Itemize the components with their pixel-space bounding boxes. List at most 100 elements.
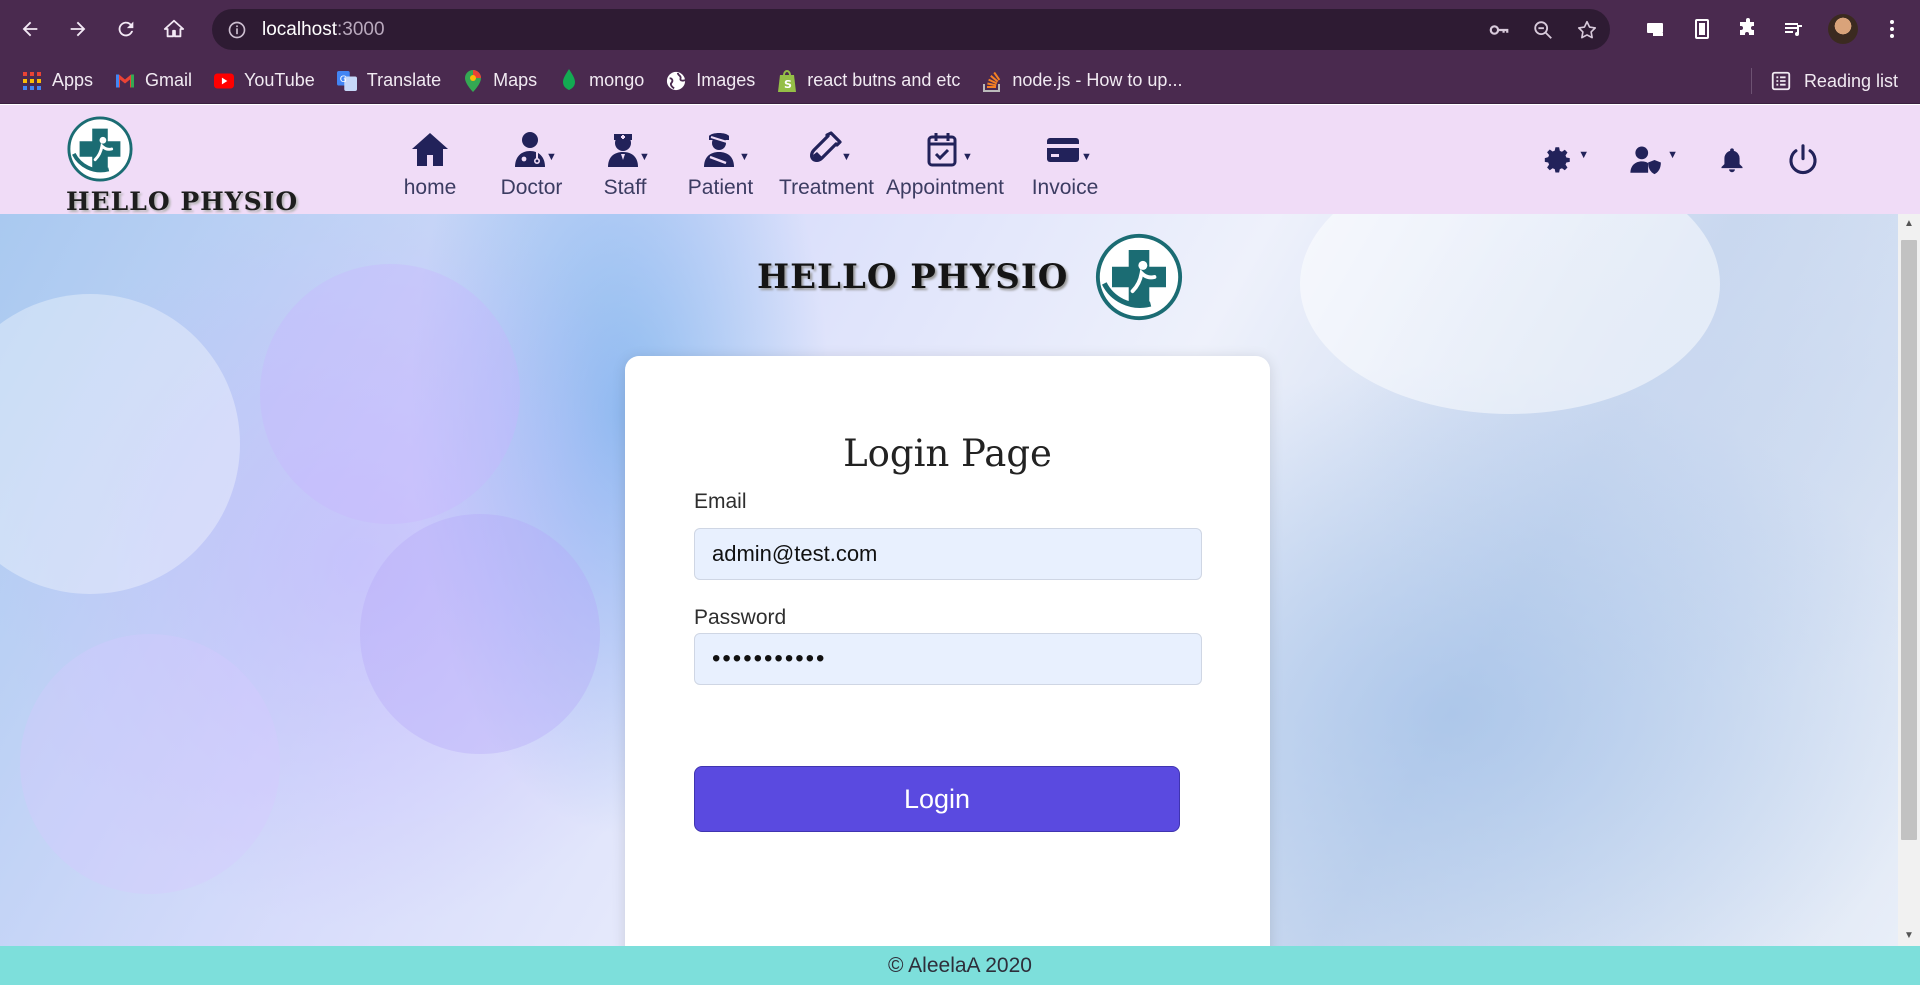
forward-button[interactable]: [60, 11, 96, 47]
bokeh-circle: [260, 264, 520, 524]
more-vert-icon[interactable]: [1880, 17, 1904, 41]
home-outline-icon: [163, 19, 185, 38]
key-icon[interactable]: [1488, 19, 1510, 41]
nav-home-label: home: [403, 176, 457, 199]
login-background: HELLO PHYSIO Login Page Email admin@test…: [0, 214, 1898, 946]
nav-appointment[interactable]: ▼ Appointment: [879, 105, 1011, 214]
credit-card-icon: [1045, 128, 1085, 168]
shopify-bag-icon: S: [777, 69, 797, 92]
nav-home[interactable]: home: [380, 105, 480, 214]
cast-icon[interactable]: [1644, 17, 1668, 41]
bokeh-circle: [1300, 214, 1720, 414]
reload-button[interactable]: [108, 11, 144, 47]
nav-patient-label: Patient: [687, 176, 754, 199]
chevron-down-icon: ▼: [639, 151, 650, 163]
login-button[interactable]: Login: [694, 766, 1180, 832]
email-field[interactable]: admin@test.com: [694, 528, 1202, 580]
bookmark-apps[interactable]: Apps: [22, 70, 93, 91]
translate-icon: G: [336, 70, 357, 91]
site-info-icon[interactable]: [226, 19, 248, 41]
nav-doctor-label: Doctor: [500, 176, 563, 199]
arrow-right-icon: [70, 21, 86, 37]
chevron-down-icon: ▼: [962, 151, 973, 163]
nav-doctor[interactable]: ▼ Doctor: [480, 105, 583, 214]
app-navbar: HELLO PHYSIO home ▼ Doctor ▼ Staff ▼ Pat…: [0, 105, 1920, 216]
chevron-down-icon: ▼: [546, 151, 557, 163]
device-frame-icon[interactable]: [1690, 17, 1714, 41]
physio-logo-icon: [67, 116, 133, 182]
apps-grid-icon: [22, 71, 42, 91]
zoom-out-icon[interactable]: [1532, 19, 1554, 41]
bookmark-images[interactable]: Images: [666, 70, 755, 91]
email-label: Email: [694, 490, 747, 513]
chevron-down-icon: ▼: [739, 151, 750, 163]
scroll-down-arrow-icon[interactable]: ▼: [1898, 926, 1920, 946]
star-icon[interactable]: [1576, 19, 1598, 41]
bookmark-gmail[interactable]: Gmail: [115, 70, 192, 91]
chevron-down-icon: ▼: [1667, 148, 1678, 161]
scrollbar-thumb[interactable]: [1901, 240, 1917, 840]
hero-brand: HELLO PHYSIO: [757, 232, 1184, 322]
chevron-down-icon: ▼: [841, 151, 852, 163]
bokeh-circle: [360, 514, 600, 754]
nav-patient[interactable]: ▼ Patient: [667, 105, 774, 214]
bookmark-youtube[interactable]: YouTube: [214, 70, 315, 91]
gear-icon: [1545, 146, 1570, 172]
svg-text:G: G: [340, 74, 347, 84]
hero-brand-text: HELLO PHYSIO: [757, 257, 1069, 297]
nav-invoice-label: Invoice: [1031, 176, 1099, 199]
url-text: localhost:3000: [262, 18, 385, 40]
bookmarks-divider: [1750, 68, 1752, 94]
scroll-up-arrow-icon[interactable]: ▲: [1898, 214, 1920, 234]
bookmark-react-butns[interactable]: S react butns and etc: [777, 69, 960, 92]
patient-injured-icon: [701, 128, 741, 168]
extensions-puzzle-icon[interactable]: [1736, 17, 1760, 41]
reading-list[interactable]: Reading list: [1750, 58, 1898, 104]
notifications-button[interactable]: [1718, 145, 1746, 175]
media-queue-icon[interactable]: [1782, 17, 1806, 41]
page-footer: © AleelaA 2020: [0, 946, 1920, 985]
nav-invoice[interactable]: ▼ Invoice: [1011, 105, 1119, 214]
reading-list-icon: [1771, 71, 1791, 91]
settings-dropdown[interactable]: ▼: [1540, 143, 1589, 177]
bookmark-nodejs[interactable]: node.js - How to up...: [982, 70, 1182, 92]
logout-button[interactable]: [1786, 143, 1820, 177]
bookmark-maps[interactable]: Maps: [463, 69, 537, 92]
physio-logo-icon: [1096, 233, 1183, 321]
browser-toolbar: localhost:3000: [0, 0, 1920, 58]
stackoverflow-icon: [982, 71, 1002, 92]
gmail-icon: [115, 71, 135, 91]
password-field[interactable]: •••••••••••: [694, 633, 1202, 685]
page-scrollbar[interactable]: ▲ ▼: [1898, 214, 1920, 946]
mongo-leaf-icon: [559, 68, 579, 91]
footer-copyright: © AleelaA 2020: [888, 953, 1032, 977]
chevron-down-icon: ▼: [1578, 148, 1590, 161]
calendar-check-icon: [925, 128, 965, 168]
back-button[interactable]: [12, 11, 48, 47]
nav-appointment-label: Appointment: [886, 176, 1004, 199]
youtube-icon: [214, 71, 235, 91]
user-dropdown[interactable]: ▼: [1629, 143, 1678, 177]
nav-staff[interactable]: ▼ Staff: [583, 105, 667, 214]
reload-icon: [118, 21, 134, 37]
profile-avatar[interactable]: [1828, 14, 1858, 44]
nav-staff-label: Staff: [603, 176, 647, 199]
brand-link[interactable]: HELLO PHYSIO: [64, 115, 297, 216]
svg-text:S: S: [784, 78, 792, 91]
nav-right-actions: ▼ ▼: [1540, 105, 1820, 214]
address-bar[interactable]: localhost:3000: [212, 9, 1610, 50]
password-label: Password: [694, 606, 787, 629]
nav-treatment[interactable]: ▼ Treatment: [774, 105, 879, 214]
nav-treatment-label: Treatment: [779, 176, 874, 199]
maps-icon: [463, 69, 483, 92]
home-button[interactable]: [156, 11, 192, 47]
chevron-down-icon: ▼: [1081, 151, 1092, 163]
bookmark-translate[interactable]: G Translate: [336, 70, 441, 91]
bookmark-mongo[interactable]: mongo: [559, 68, 644, 91]
bokeh-circle: [0, 294, 240, 594]
brand-name: HELLO PHYSIO: [66, 187, 299, 216]
home-icon: [410, 128, 450, 168]
login-card: Login Page Email admin@test.com Password…: [625, 356, 1270, 946]
bell-icon: [1721, 147, 1743, 172]
arrow-left-icon: [22, 21, 38, 37]
